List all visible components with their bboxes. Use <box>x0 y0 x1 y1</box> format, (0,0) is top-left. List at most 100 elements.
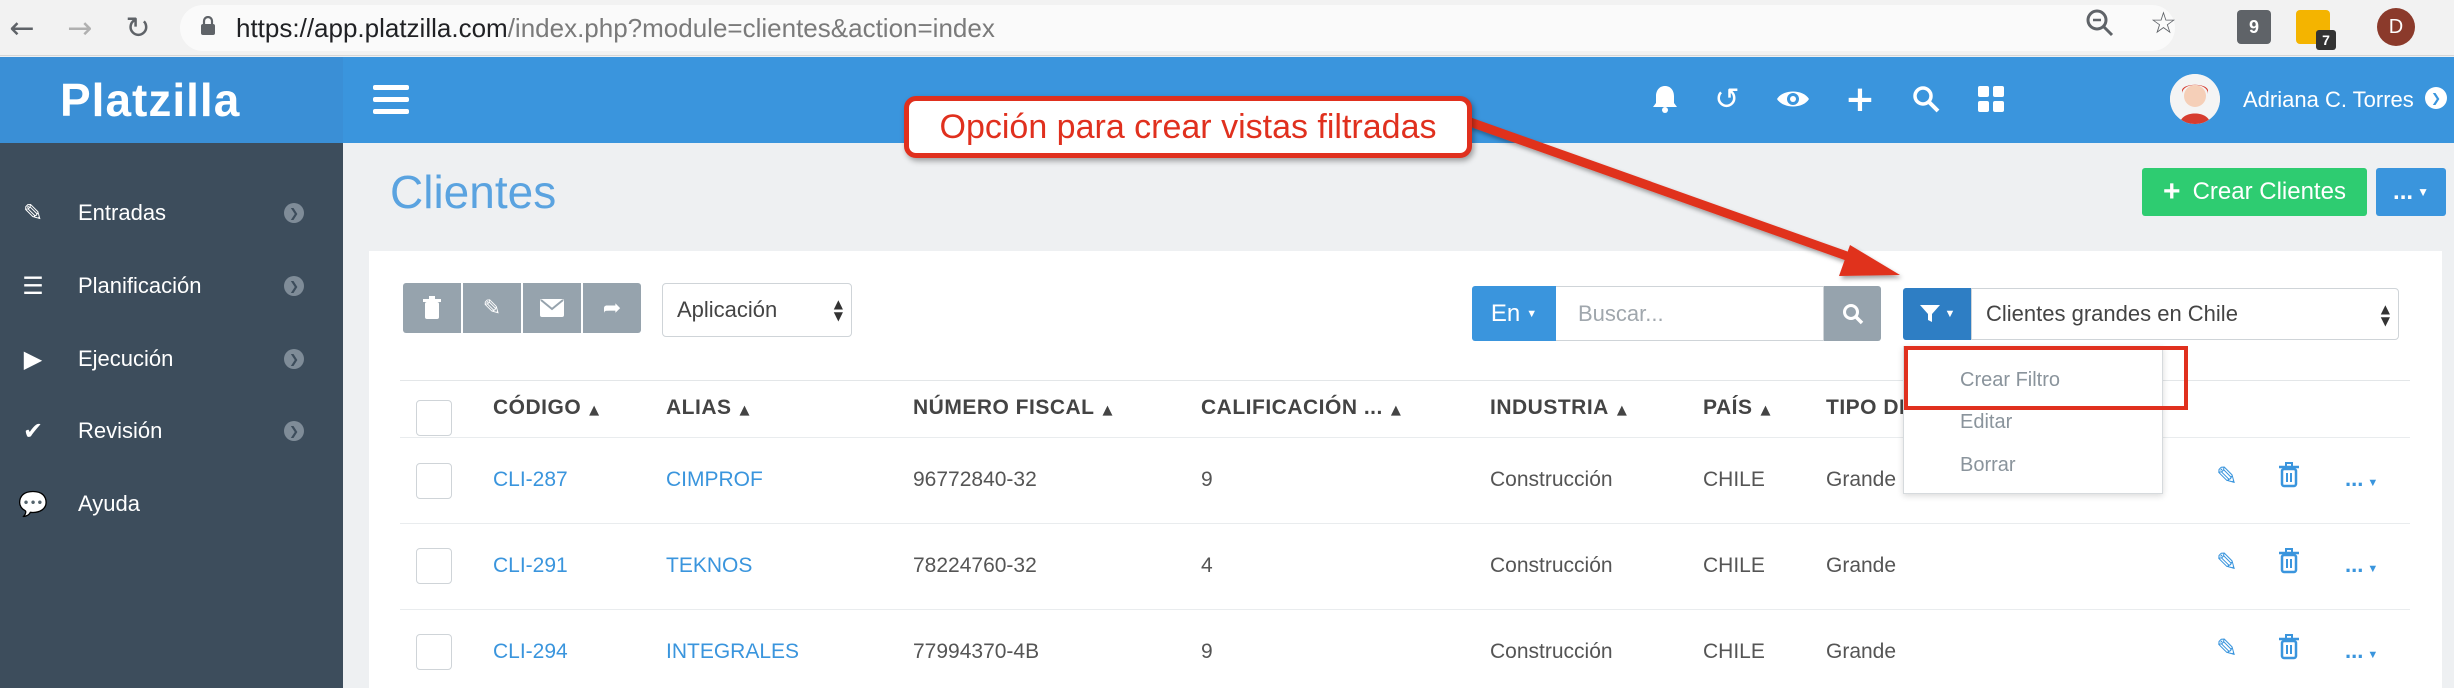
zoom-icon[interactable] <box>2085 8 2115 45</box>
sort-asc-icon: ▲ <box>1102 403 1113 418</box>
row-alias-link[interactable]: CIMPROF <box>666 468 763 492</box>
row-more-label: ... <box>2345 466 2364 491</box>
sidebar-item-entradas[interactable]: ✎ Entradas ❯ <box>0 178 343 248</box>
row-tipo: Grande <box>1826 554 1897 577</box>
edit-icon: ✎ <box>22 199 44 227</box>
row-pais: CHILE <box>1703 468 1765 491</box>
table-divider <box>400 609 2410 610</box>
select-arrows-icon: ▲ ▼ <box>2380 302 2390 328</box>
sort-asc-icon: ▲ <box>589 403 600 418</box>
chevron-down-icon[interactable]: ❯ <box>2425 87 2447 109</box>
row-checkbox[interactable] <box>416 548 452 584</box>
trash-icon[interactable] <box>2278 634 2308 664</box>
column-header-tipo[interactable]: TIPO DE <box>1826 396 1914 420</box>
browser-profile-avatar[interactable]: D <box>2377 8 2415 46</box>
create-client-button[interactable]: + Crear Clientes <box>2142 168 2367 216</box>
search-icon[interactable] <box>1906 79 1946 119</box>
menu-item-borrar[interactable]: Borrar <box>1960 454 2016 477</box>
url-host: https://app.platzilla.com <box>236 12 508 43</box>
extension-notes-count: 7 <box>2316 30 2336 50</box>
row-alias-link[interactable]: INTEGRALES <box>666 640 799 664</box>
row-codigo-link[interactable]: CLI-291 <box>493 554 568 578</box>
row-more-button[interactable]: ... ▼ <box>2345 552 2395 582</box>
column-header-industria[interactable]: INDUSTRIA ▲ <box>1490 396 1627 420</box>
row-pais: CHILE <box>1703 640 1765 663</box>
application-select[interactable]: Aplicación ▲ ▼ <box>662 283 852 337</box>
search-submit-button[interactable] <box>1824 286 1881 341</box>
sidebar-item-ejecucion[interactable]: ▶ Ejecución ❯ <box>0 324 343 394</box>
row-pais: CHILE <box>1703 554 1765 577</box>
delete-bulk-button[interactable] <box>403 283 461 333</box>
menu-item-editar[interactable]: Editar <box>1960 411 2012 434</box>
row-more-button[interactable]: ... ▼ <box>2345 638 2395 668</box>
profile-initial: D <box>2388 15 2404 38</box>
column-header-codigo[interactable]: CÓDIGO ▲ <box>493 396 600 420</box>
row-industria: Construcción <box>1490 554 1613 577</box>
back-icon[interactable]: ← <box>2 8 42 48</box>
chat-icon: 💬 <box>18 490 48 518</box>
forward-icon[interactable]: → <box>60 8 100 48</box>
address-bar[interactable]: https://app.platzilla.com/index.php?modu… <box>180 5 2175 51</box>
chevron-right-icon: ❯ <box>284 203 304 223</box>
reload-icon[interactable]: ↻ <box>118 8 158 48</box>
more-actions-label: ... <box>2393 178 2414 205</box>
pencil-icon[interactable]: ✎ <box>2216 634 2246 664</box>
browser-toolbar: ← → ↻ https://app.platzilla.com/index.ph… <box>0 0 2454 56</box>
row-codigo-link[interactable]: CLI-294 <box>493 640 568 664</box>
bookmark-star-icon[interactable]: ☆ <box>2150 6 2177 41</box>
history-icon[interactable]: ↺ <box>1707 79 1747 119</box>
avatar[interactable] <box>2170 74 2220 124</box>
pencil-icon: ✎ <box>482 295 502 321</box>
filter-menu-button[interactable]: ▼ <box>1903 288 1971 340</box>
email-bulk-button[interactable] <box>523 283 581 333</box>
search-scope-button[interactable]: En ▼ <box>1472 286 1556 341</box>
select-all-checkbox[interactable] <box>416 400 452 436</box>
row-checkbox[interactable] <box>416 634 452 670</box>
share-icon: ➦ <box>602 295 622 321</box>
column-header-pais[interactable]: PAÍS ▲ <box>1703 396 1771 420</box>
envelope-icon <box>540 299 564 317</box>
brand-logo[interactable]: Platzilla <box>0 57 343 143</box>
extension-badge-icon[interactable]: 9 <box>2237 10 2271 44</box>
share-bulk-button[interactable]: ➦ <box>583 283 641 333</box>
lock-icon <box>201 16 215 35</box>
row-codigo-link[interactable]: CLI-287 <box>493 468 568 492</box>
more-actions-button[interactable]: ... ▼ <box>2376 168 2446 216</box>
search-scope-label: En <box>1490 299 1521 327</box>
trash-icon[interactable] <box>2278 462 2308 492</box>
row-checkbox[interactable] <box>416 463 452 499</box>
column-header-numero-fiscal[interactable]: NÚMERO FISCAL ▲ <box>913 396 1113 420</box>
pencil-icon[interactable]: ✎ <box>2216 462 2246 492</box>
sidebar-item-ayuda[interactable]: 💬 Ayuda <box>0 469 343 539</box>
column-header-alias[interactable]: ALIAS ▲ <box>666 396 750 420</box>
eye-icon[interactable] <box>1773 79 1813 119</box>
column-header-calificacion[interactable]: CALIFICACIÓN ... ▲ <box>1201 396 1401 420</box>
sidebar-item-planificacion[interactable]: ☰ Planificación ❯ <box>0 251 343 321</box>
caret-down-icon: ▼ <box>2367 649 2379 661</box>
user-name[interactable]: Adriana C. Torres <box>2243 87 2414 113</box>
grid-icon[interactable] <box>1971 79 2011 119</box>
bell-icon[interactable] <box>1645 79 1685 119</box>
extension-notes-icon[interactable]: 7 <box>2296 10 2336 50</box>
create-client-label: Crear Clientes <box>2192 178 2346 205</box>
row-more-button[interactable]: ... ▼ <box>2345 466 2395 496</box>
caret-down-icon: ▼ <box>1944 308 1956 320</box>
annotation-callout: Opción para crear vistas filtradas <box>904 96 1472 158</box>
search-input[interactable]: Buscar... <box>1556 286 1824 341</box>
filter-view-select[interactable]: Clientes grandes en Chile ▲ ▼ <box>1971 288 2399 340</box>
row-calificacion: 9 <box>1201 468 1213 491</box>
sidebar-item-revision[interactable]: ✔ Revisión ❯ <box>0 396 343 466</box>
chevron-right-icon: ❯ <box>284 276 304 296</box>
plus-icon[interactable]: + <box>1840 79 1880 120</box>
row-more-label: ... <box>2345 552 2364 577</box>
pencil-icon[interactable]: ✎ <box>2216 548 2246 578</box>
row-calificacion: 4 <box>1201 554 1213 577</box>
search-icon <box>1842 303 1863 324</box>
edit-bulk-button[interactable]: ✎ <box>463 283 521 333</box>
menu-toggle-icon[interactable] <box>373 85 409 115</box>
row-alias-link[interactable]: TEKNOS <box>666 554 752 578</box>
row-tipo: Grande <box>1826 640 1897 663</box>
trash-icon[interactable] <box>2278 548 2308 578</box>
sort-asc-icon: ▲ <box>1616 403 1628 418</box>
url-path: /index.php?module=clientes&action=index <box>507 12 995 43</box>
